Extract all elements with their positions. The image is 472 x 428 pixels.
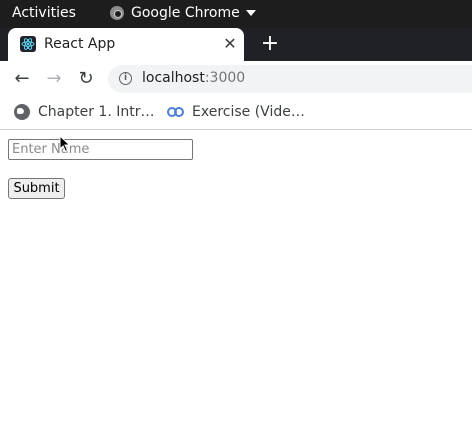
chevron-down-icon: [245, 10, 256, 16]
tab-title: React App: [44, 36, 116, 52]
bookmark-label: Chapter 1. Intr…: [38, 104, 155, 120]
app-menu-button[interactable]: Google Chrome: [110, 5, 256, 21]
activities-button[interactable]: Activities: [12, 5, 76, 21]
close-tab-icon[interactable]: ✕: [222, 36, 238, 52]
bookmark-exercise[interactable]: Exercise (Vide…: [167, 104, 305, 120]
new-tab-icon[interactable]: +: [259, 33, 281, 55]
page-content: Submit: [0, 131, 472, 428]
link-icon: [167, 107, 185, 117]
globe-icon: [14, 104, 30, 120]
tab-react-app[interactable]: React App ✕: [8, 28, 244, 61]
url-host: localhost: [142, 70, 205, 86]
app-menu-label: Google Chrome: [131, 5, 240, 21]
address-bar[interactable]: i localhost:3000: [108, 65, 472, 93]
chrome-logo-icon: [110, 6, 124, 20]
back-arrow-icon[interactable]: ←: [12, 69, 32, 89]
url-port: :3000: [204, 70, 246, 86]
bookmarks-bar: Chapter 1. Intr… Exercise (Vide…: [0, 97, 472, 130]
bookmark-label: Exercise (Vide…: [192, 104, 305, 120]
url-text: localhost:3000: [142, 70, 245, 86]
forward-arrow-icon[interactable]: →: [44, 69, 64, 89]
system-top-bar: Activities Google Chrome: [0, 0, 472, 28]
browser-toolbar: ← → ↻ i localhost:3000: [0, 61, 472, 97]
reload-icon[interactable]: ↻: [76, 69, 96, 89]
bookmark-chapter-1[interactable]: Chapter 1. Intr…: [14, 104, 154, 120]
submit-button[interactable]: Submit: [8, 178, 65, 199]
site-info-icon[interactable]: i: [119, 72, 132, 85]
react-favicon-icon: [20, 36, 36, 52]
tab-strip: React App ✕ +: [0, 28, 472, 61]
mouse-cursor-icon: [59, 135, 71, 153]
name-input[interactable]: [8, 139, 193, 160]
